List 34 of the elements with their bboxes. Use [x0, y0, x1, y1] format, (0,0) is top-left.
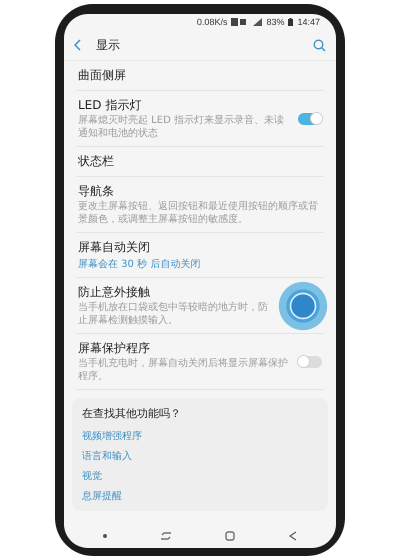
settings-row[interactable]: 曲面侧屏 [76, 61, 324, 91]
settings-row[interactable]: 状态栏 [76, 147, 324, 177]
toggle-switch[interactable] [298, 112, 322, 124]
setting-title: 屏幕自动关闭 [78, 239, 151, 256]
setting-title: 曲面侧屏 [78, 67, 127, 84]
back-icon[interactable] [288, 531, 298, 541]
page-title: 显示 [96, 36, 121, 54]
card-title: 在查找其他功能吗？ [82, 406, 182, 421]
setting-title: LED 指示灯 [78, 97, 142, 114]
settings-row[interactable]: 防止意外接触 当手机放在口袋或包中等较暗的地方时，防止屏幕检测触摸输入。 [76, 278, 324, 334]
setting-description: 当手机充电时，屏幕自动关闭后将显示屏幕保护程序。 [78, 358, 289, 383]
network-speed: 0.08K/s [196, 17, 228, 27]
setting-description: 当手机放在口袋或包中等较暗的地方时，防止屏幕检测触摸输入。 [78, 302, 269, 327]
battery-percent: 83% [266, 17, 284, 27]
settings-row[interactable]: 导航条 更改主屏幕按钮、返回按钮和最近使用按钮的顺序或背景颜色，或调整主屏幕按钮的敏感度。 [76, 177, 324, 233]
home-icon[interactable] [224, 531, 234, 541]
toggle-switch[interactable] [298, 356, 322, 368]
setting-description: 屏幕熄灭时亮起 LED 指示灯来显示录音、未读通知和电池的状态 [78, 115, 285, 140]
clock: 14:47 [297, 17, 320, 27]
battery-icon [288, 18, 294, 26]
signal-icon [253, 18, 262, 26]
settings-row[interactable]: LED 指示灯 屏幕熄灭时亮起 LED 指示灯来显示录音、未读通知和电池的状态 [76, 91, 324, 147]
settings-row[interactable]: 屏幕保护程序 当手机充电时，屏幕自动关闭后将显示屏幕保护程序。 [76, 334, 324, 390]
setting-value: 屏幕会在 30 秒 后自动关闭 [78, 258, 202, 271]
setting-title: 防止意外接触 [78, 284, 151, 301]
back-icon[interactable] [74, 39, 82, 51]
search-icon[interactable] [313, 38, 326, 52]
dot-icon[interactable] [102, 534, 106, 538]
setting-title: 屏幕保护程序 [78, 340, 151, 357]
setting-description: 更改主屏幕按钮、返回按钮和最近使用按钮的顺序或背景颜色，或调整主屏幕按钮的敏感度。 [78, 201, 319, 226]
recents-icon[interactable] [160, 531, 172, 541]
setting-title: 导航条 [78, 183, 115, 200]
setting-title: 状态栏 [78, 153, 115, 170]
settings-row[interactable]: 屏幕自动关闭 屏幕会在 30 秒 后自动关闭 [76, 233, 324, 278]
